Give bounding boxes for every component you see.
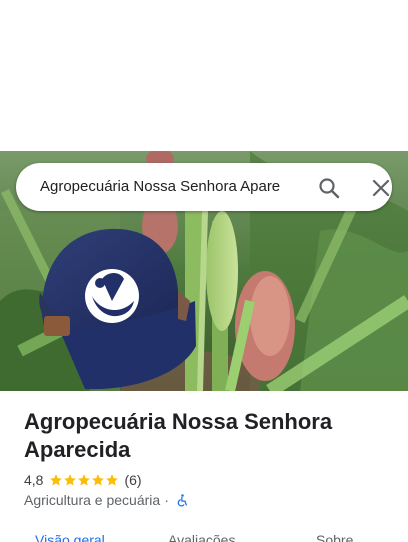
place-tabs: Visão geral Avaliações Sobre	[0, 528, 408, 542]
tab-about[interactable]: Sobre	[316, 532, 353, 542]
separator-dot: ·	[164, 492, 169, 508]
star-icon	[106, 474, 119, 486]
rating-row[interactable]: 4,8 (6)	[24, 471, 142, 489]
tab-overview[interactable]: Visão geral	[35, 532, 105, 542]
rating-value: 4,8	[24, 472, 44, 488]
star-icon	[50, 474, 63, 486]
star-icon	[64, 474, 77, 486]
place-details-panel: Agropecuária Nossa Senhora Aparecida 4,8…	[0, 391, 408, 542]
place-category[interactable]: Agricultura e pecuária	[24, 492, 160, 508]
search-bar[interactable]: Agropecuária Nossa Senhora Apare	[16, 163, 392, 211]
search-input[interactable]: Agropecuária Nossa Senhora Apare	[40, 163, 302, 211]
review-count[interactable]: (6)	[124, 472, 141, 488]
star-icon	[92, 474, 105, 486]
map-blank-area	[0, 0, 408, 151]
tab-reviews[interactable]: Avaliações	[168, 532, 235, 542]
close-icon[interactable]	[368, 175, 394, 201]
place-title: Agropecuária Nossa Senhora Aparecida	[24, 409, 333, 462]
rating-stars	[49, 473, 119, 487]
wheelchair-accessible-icon[interactable]	[175, 493, 190, 508]
search-icon[interactable]	[316, 175, 342, 201]
category-row: Agricultura e pecuária ·	[24, 491, 190, 509]
star-icon	[78, 474, 91, 486]
